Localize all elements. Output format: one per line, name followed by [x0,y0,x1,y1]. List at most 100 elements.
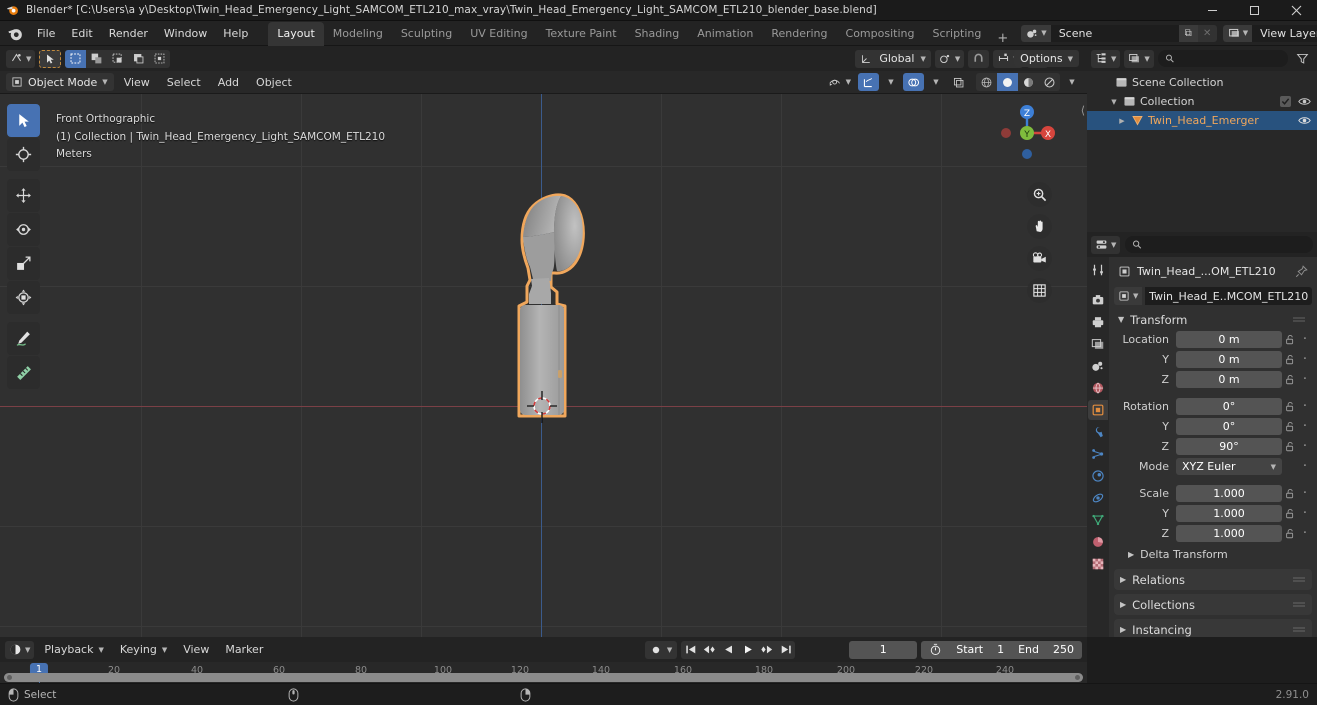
transform-orientation-selector[interactable]: Global ▼ [855,49,931,68]
gizmo-options-dropdown[interactable]: ▼ [882,73,900,91]
tab-render[interactable] [1088,290,1108,310]
close-button[interactable] [1275,0,1317,21]
timeline-editor-type-button[interactable]: ▼ [5,640,35,659]
show-overlays-toggle[interactable] [903,73,924,91]
frame-start-value[interactable]: 1 [997,643,1004,656]
tab-view-layer[interactable] [1088,334,1108,354]
tab-scene[interactable] [1088,356,1108,376]
show-gizmo-toggle[interactable] [858,73,879,91]
lock-icon[interactable] [1282,441,1298,453]
outliner-search-input[interactable] [1157,50,1288,67]
timeline-ruler[interactable]: 20 40 60 80 100 120 140 160 180 200 220 … [0,662,1087,683]
lock-icon[interactable] [1282,334,1298,346]
outliner-row-scene-collection[interactable]: Scene Collection [1087,73,1317,92]
timeline-menu-view[interactable]: View [177,641,215,658]
eye-icon[interactable] [1298,96,1311,107]
tab-animation[interactable]: Animation [688,22,762,46]
outliner-display-mode-button[interactable]: ▼ [1124,49,1154,68]
tab-object[interactable] [1088,400,1108,420]
minimize-button[interactable] [1191,0,1233,21]
menu-render[interactable]: Render [101,24,156,43]
select-subtract-button[interactable] [107,50,128,68]
outliner-search-field[interactable] [1179,52,1281,65]
tab-tool[interactable] [1088,260,1108,280]
lock-icon[interactable] [1282,488,1298,500]
menu-edit[interactable]: Edit [63,24,100,43]
lock-icon[interactable] [1282,528,1298,540]
overlay-options-dropdown[interactable]: ▼ [927,73,945,91]
frame-range-fields[interactable]: Start 1 End 250 [921,640,1082,659]
viewport-menu-select[interactable]: Select [160,74,208,91]
tab-texture[interactable] [1088,554,1108,574]
sidebar-toggle-arrow[interactable]: ⟨ [1081,104,1085,117]
select-set-button[interactable] [65,49,87,68]
lock-icon[interactable] [1282,508,1298,520]
input-location-y[interactable]: 0 m [1176,351,1282,368]
blender-menu-icon[interactable] [6,24,25,43]
mesh-object-twin-head-emergency-light[interactable] [495,182,605,422]
input-rotation-z[interactable]: 90° [1176,438,1282,455]
snap-magnet-toggle[interactable] [968,49,990,68]
viewport-menu-add[interactable]: Add [211,74,246,91]
select-rotation-mode[interactable]: XYZ Euler ▼ [1176,458,1282,475]
animate-property-dot[interactable]: · [1298,420,1312,433]
panel-collections[interactable]: ▶ Collections [1114,594,1312,615]
select-difference-button[interactable] [128,50,149,68]
shading-options-dropdown[interactable]: ▼ [1063,73,1081,91]
jump-to-next-keyframe-button[interactable] [757,641,776,659]
play-button[interactable] [738,641,757,659]
input-scale-y[interactable]: 1.000 [1176,505,1282,522]
tab-rendering[interactable]: Rendering [762,22,836,46]
pin-icon[interactable] [1295,265,1312,278]
animate-property-dot[interactable]: · [1298,460,1312,473]
object-name-input[interactable]: Twin_Head_E..MCOM_ETL210 [1145,287,1312,305]
subpanel-delta-transform[interactable]: ▶ Delta Transform [1114,544,1312,565]
interaction-mode-selector[interactable]: Object Mode ▼ [6,73,114,91]
new-scene-button[interactable]: ⧉ [1178,24,1198,42]
wireframe-shading-button[interactable] [976,73,997,91]
tool-options-button[interactable]: Options ▼ [1014,50,1079,67]
tool-annotate[interactable] [7,322,40,355]
animate-property-dot[interactable]: · [1298,507,1312,520]
jump-to-start-button[interactable] [681,641,700,659]
properties-search-input[interactable] [1125,236,1313,253]
pivot-point-selector[interactable]: ▼ [934,49,965,68]
editor-type-button[interactable]: ▼ [6,49,36,68]
view-layer-icon[interactable]: ▼ [1222,24,1253,42]
menu-window[interactable]: Window [156,24,215,43]
menu-file[interactable]: File [29,24,63,43]
current-frame-input[interactable]: 1 [849,640,918,659]
pan-icon[interactable] [1027,214,1052,239]
add-workspace-button[interactable]: + [990,31,1015,46]
viewport-canvas[interactable]: Front Orthographic (1) Collection | Twin… [0,94,1087,637]
viewport-menu-view[interactable]: View [117,74,157,91]
object-datablock-icon[interactable]: ▼ [1114,287,1143,305]
input-scale-x[interactable]: 1.000 [1176,485,1282,502]
auto-keying-toggle[interactable]: ▼ [644,640,678,659]
tool-transform[interactable] [7,281,40,314]
input-rotation-x[interactable]: 0° [1176,398,1282,415]
gizmo-neg-x-ball[interactable] [1001,128,1011,138]
maximize-button[interactable] [1233,0,1275,21]
animate-property-dot[interactable]: · [1298,353,1312,366]
active-tool-indicator[interactable] [39,49,62,68]
tab-object-data[interactable] [1088,510,1108,530]
tool-scale[interactable] [7,247,40,280]
lock-icon[interactable] [1282,401,1298,413]
jump-to-prev-keyframe-button[interactable] [700,641,719,659]
frame-end-value[interactable]: 250 [1053,643,1074,656]
tab-modifiers[interactable] [1088,422,1108,442]
tab-output[interactable] [1088,312,1108,332]
solid-shading-button[interactable] [997,73,1018,91]
select-extend-button[interactable] [86,50,107,68]
unlink-scene-button[interactable]: ✕ [1197,24,1217,42]
tab-texture-paint[interactable]: Texture Paint [537,22,626,46]
gizmo-neg-z-ball[interactable] [1022,149,1032,159]
tool-cursor[interactable] [7,138,40,171]
input-rotation-y[interactable]: 0° [1176,418,1282,435]
xray-toggle[interactable] [948,73,969,91]
zoom-icon[interactable] [1027,182,1052,207]
outliner-filter-button[interactable] [1292,50,1313,68]
grid-ortho-icon[interactable] [1027,278,1052,303]
animate-property-dot[interactable]: · [1298,487,1312,500]
